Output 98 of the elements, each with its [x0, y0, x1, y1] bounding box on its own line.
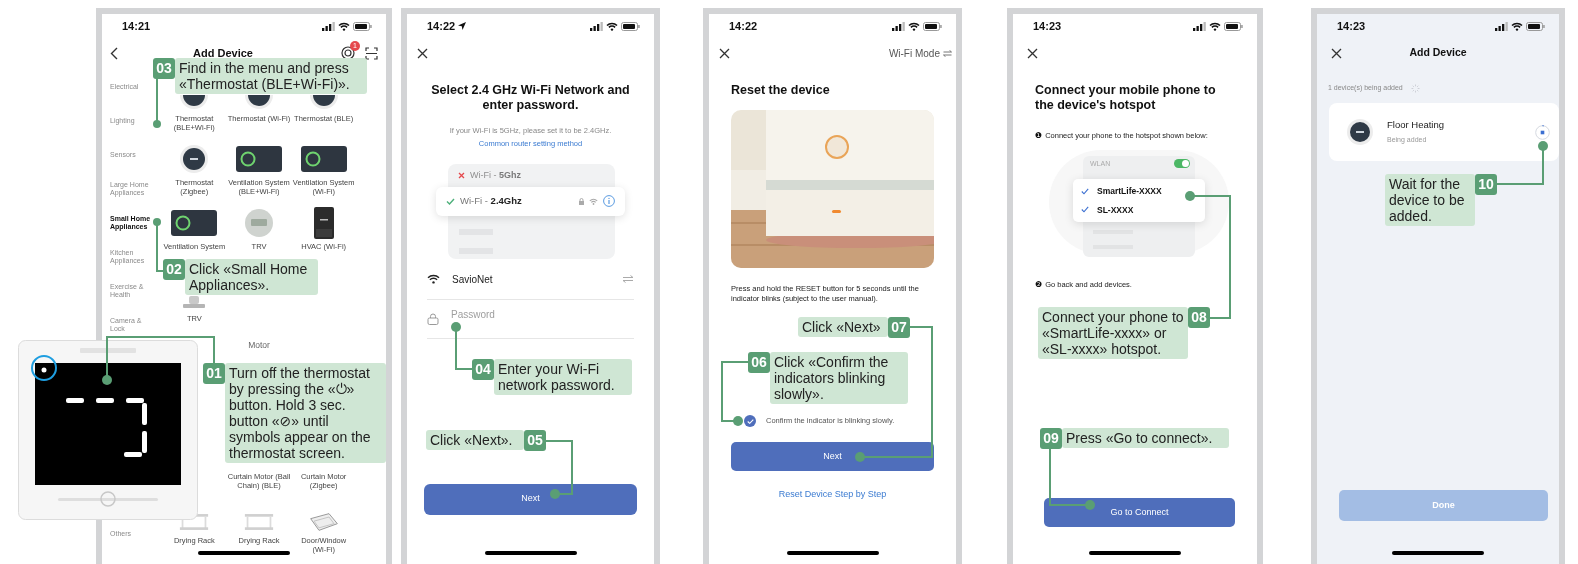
signal-icon	[322, 21, 335, 31]
step-number: 08	[1188, 307, 1210, 328]
check-icon	[746, 418, 754, 424]
signal-icon	[892, 21, 905, 31]
close-icon[interactable]	[417, 47, 428, 59]
battery-icon	[353, 21, 372, 31]
wifi-icon	[427, 274, 440, 284]
callout-text: Click «Next».	[426, 430, 524, 450]
callout-text: Wait for the device to be added.	[1385, 174, 1475, 226]
section-heading: Motor	[247, 338, 271, 352]
signal-icon	[1193, 21, 1206, 31]
step-number: 05	[524, 430, 546, 451]
callout-text: Enter your Wi-Fi network password.	[494, 359, 632, 395]
callout-text: Press «Go to connect».	[1062, 428, 1229, 448]
leader-line	[1496, 141, 1548, 185]
reset-guide-link[interactable]: Reset Device Step by Step	[778, 488, 887, 502]
round-device-icon	[244, 208, 274, 238]
network-row[interactable]: Wi-Fi - 5Ghz	[448, 167, 615, 184]
target-icon[interactable]	[341, 46, 355, 60]
callout-text: Connect your phone to «SmartLife-xxxx» or «SL-xxxx» hotspot.	[1038, 307, 1188, 359]
leader-line	[1049, 448, 1095, 510]
battery-icon	[621, 21, 640, 31]
leader-line	[451, 322, 473, 370]
swap-icon	[943, 49, 952, 57]
network-row[interactable]: Wi-Fi - 2.4Ghz	[436, 186, 625, 216]
battery-icon	[1224, 21, 1243, 31]
step-marker: ❶	[1035, 130, 1043, 142]
valve-icon	[183, 296, 206, 310]
ventilation-unit-icon	[236, 146, 282, 172]
location-arrow-icon	[458, 22, 467, 30]
thermostat-icon	[1346, 118, 1374, 146]
close-icon[interactable]	[1027, 47, 1038, 59]
password-field[interactable]: Password	[451, 308, 634, 321]
close-icon[interactable]	[719, 47, 730, 59]
status-time: 14:23	[1033, 18, 1062, 34]
wifi-icon	[606, 21, 618, 31]
step-number: 03	[153, 58, 175, 79]
status-time: 14:22	[729, 18, 758, 34]
wifi-icon	[589, 197, 598, 205]
ventilation-unit-icon	[171, 210, 218, 236]
step-number: 02	[163, 259, 185, 280]
signal-icon	[590, 21, 603, 31]
step-number: 01	[203, 363, 225, 384]
back-icon[interactable]	[110, 46, 118, 60]
screen-title: Add Device	[192, 45, 254, 61]
wifi-icon	[338, 21, 350, 31]
status-time: 14:23	[1337, 18, 1366, 34]
network-name: SavioNet	[452, 272, 493, 287]
battery-icon	[923, 21, 942, 31]
battery-icon	[1526, 21, 1545, 31]
lock-icon	[579, 197, 584, 205]
screen-title: Connect your mobile phone to the device's hotspot	[1034, 83, 1217, 113]
leader-line	[721, 361, 749, 426]
signal-icon	[1495, 21, 1508, 31]
spinner-icon	[1410, 83, 1420, 93]
x-icon	[458, 172, 465, 179]
step-number: 10	[1475, 174, 1497, 195]
step-marker: ❷	[1035, 279, 1043, 291]
next-button[interactable]: Next	[424, 483, 637, 515]
info-icon	[603, 195, 615, 207]
screen-title: Add Device	[1408, 45, 1468, 61]
callout-text: Find in the menu and press «Thermostat (BLE+Wi-Fi)».	[175, 58, 367, 94]
leader-line	[544, 440, 573, 499]
leader-line	[153, 218, 164, 272]
screen-title: Reset the device	[730, 83, 831, 98]
checkbox[interactable]	[744, 415, 756, 427]
status-time: 14:22	[427, 18, 456, 34]
device-name: Floor Heating	[1387, 118, 1445, 133]
scan-icon[interactable]	[365, 46, 378, 60]
window-icon	[308, 512, 339, 532]
callout-text: Click «Confirm the indicators blinking slowly».	[770, 352, 908, 404]
step-number: 07	[888, 317, 910, 338]
panel-device-icon	[313, 207, 334, 239]
callout-text: Click «Next»	[798, 317, 888, 337]
next-button[interactable]: Next	[731, 442, 934, 471]
screen-title: Select 2.4 GHz Wi-Fi Network and enter password.	[430, 83, 631, 113]
connect-button[interactable]: Go to Connect	[1044, 498, 1235, 527]
status-time: 14:21	[122, 18, 151, 34]
step-number: 06	[748, 352, 770, 373]
hotspot-name: SL-XXXX	[1097, 203, 1134, 217]
step-number: 04	[472, 359, 494, 380]
progress-icon	[1535, 124, 1550, 140]
close-icon[interactable]	[1331, 47, 1342, 59]
hotspot-name: SmartLife-XXXX	[1097, 184, 1162, 198]
wifi-icon	[908, 21, 920, 31]
step-number: 09	[1040, 428, 1062, 449]
rack-icon	[244, 513, 274, 531]
check-icon	[446, 197, 455, 205]
leader-line	[153, 78, 161, 128]
toggle-switch[interactable]	[1174, 159, 1190, 168]
lock-icon	[427, 312, 439, 325]
wifi-icon	[1209, 21, 1221, 31]
ventilation-unit-icon	[300, 146, 347, 172]
thermostat-icon	[179, 144, 210, 174]
mode-switch-button[interactable]: Wi-Fi Mode	[888, 45, 952, 61]
callout-text: Turn off the thermostat by pressing the «⏻» button. Hold 3 sec. button «⊘» until symbols appear on the thermostat screen.	[225, 363, 386, 463]
callout-text: Click «Small Home Appliances».	[185, 259, 318, 295]
wifi-icon	[1511, 21, 1523, 31]
